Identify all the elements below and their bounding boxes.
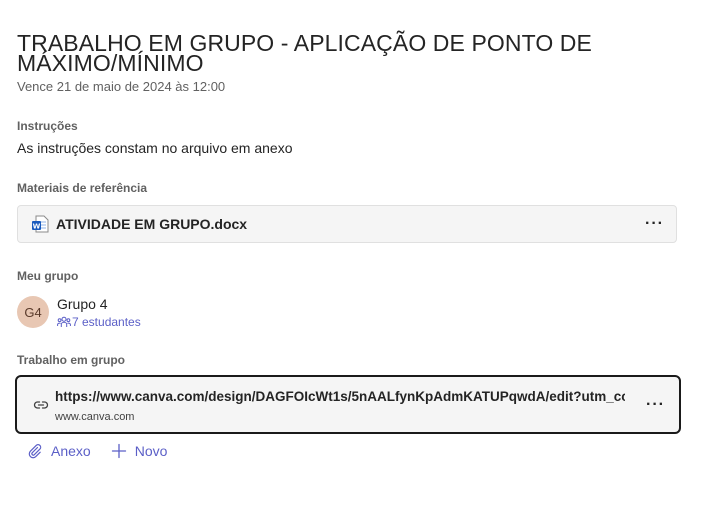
assignment-page: TRABALHO EM GRUPO - APLICAÇÃO DE PONTO D… <box>15 30 681 459</box>
group-students-link[interactable]: 7 estudantes <box>57 315 141 329</box>
link-icon <box>33 397 49 413</box>
word-doc-icon: W <box>31 215 49 233</box>
reference-file-name[interactable]: ATIVIDADE EM GRUPO.docx <box>56 216 247 232</box>
instructions-text: As instruções constam no arquivo em anex… <box>17 140 293 156</box>
people-icon <box>57 316 71 328</box>
students-count[interactable]: 7 estudantes <box>72 315 141 329</box>
reference-materials-label: Materiais de referência <box>17 181 148 195</box>
group-work-link-card[interactable]: https://www.canva.com/design/DAGFOIcWt1s… <box>15 375 681 434</box>
new-button[interactable]: Novo <box>111 443 168 459</box>
group-work-domain: www.canva.com <box>55 411 135 423</box>
my-group-label: Meu grupo <box>17 269 79 283</box>
svg-text:W: W <box>33 222 41 230</box>
group-work-label: Trabalho em grupo <box>17 353 126 367</box>
group-info: Grupo 4 7 estudantes <box>57 296 141 329</box>
attach-label[interactable]: Anexo <box>51 443 91 459</box>
attach-button[interactable]: Anexo <box>27 443 91 459</box>
group-work-more-options-button[interactable]: ··· <box>646 396 665 414</box>
due-date: Vence 21 de maio de 2024 às 12:00 <box>17 79 226 94</box>
assignment-title: TRABALHO EM GRUPO - APLICAÇÃO DE PONTO D… <box>17 30 592 76</box>
paperclip-icon <box>28 444 42 459</box>
instructions-label: Instruções <box>17 119 78 133</box>
group-avatar: G4 <box>17 296 49 328</box>
group-name: Grupo 4 <box>57 296 108 312</box>
group-row: G4 Grupo 4 7 estudantes <box>17 296 141 329</box>
new-label[interactable]: Novo <box>135 443 168 459</box>
group-work-url[interactable]: https://www.canva.com/design/DAGFOIcWt1s… <box>55 389 625 404</box>
plus-icon <box>111 443 126 459</box>
reference-more-options-button[interactable]: ··· <box>645 215 664 233</box>
reference-file-card[interactable]: W ATIVIDADE EM GRUPO.docx ··· <box>17 205 677 243</box>
work-actions: Anexo Novo <box>27 443 187 459</box>
